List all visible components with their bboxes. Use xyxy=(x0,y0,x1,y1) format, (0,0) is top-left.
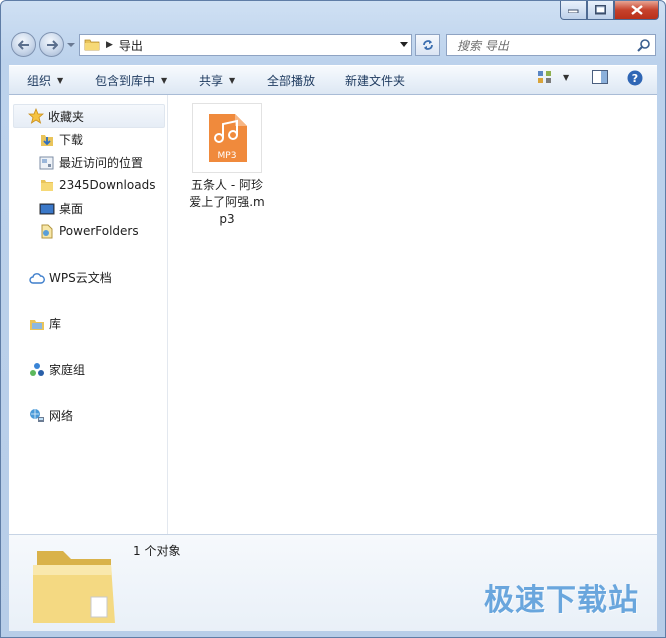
file-item[interactable]: MP3 五条人 - 阿珍爱上了阿强.mp3 xyxy=(188,103,268,228)
include-in-library-menu[interactable]: 包含到库中 ▼ xyxy=(95,72,167,89)
preview-pane-icon xyxy=(592,70,608,84)
network-icon xyxy=(29,408,45,424)
chevron-down-icon: ▼ xyxy=(229,76,236,85)
back-button[interactable] xyxy=(11,32,36,57)
download-folder-icon xyxy=(39,132,55,148)
recent-places-icon xyxy=(39,155,55,171)
navigation-pane: 收藏夹 下载 最近访问的位置 2345Downloads 桌面 PowerFol… xyxy=(9,95,168,534)
sidebar-item-2345downloads[interactable]: 2345Downloads xyxy=(39,177,155,193)
mp3-badge-label: MP3 xyxy=(218,151,237,161)
folder-icon xyxy=(39,177,55,193)
sidebar-item-label: 2345Downloads xyxy=(59,178,156,192)
organize-menu[interactable]: 组织 ▼ xyxy=(27,72,63,89)
sidebar-item-label: WPS云文档 xyxy=(49,271,112,285)
address-bar[interactable]: ▶ 导出 xyxy=(79,34,412,56)
chevron-down-icon: ▼ xyxy=(57,76,64,85)
content-area: 收藏夹 下载 最近访问的位置 2345Downloads 桌面 PowerFol… xyxy=(9,95,657,534)
sidebar-item-recent-places[interactable]: 最近访问的位置 xyxy=(39,154,143,171)
homegroup-icon xyxy=(29,362,45,378)
help-icon: ? xyxy=(627,70,643,86)
forward-button[interactable] xyxy=(39,32,64,57)
explorer-window: ▶ 导出 组织 ▼ 包含到库中 ▼ 共享 ▼ 全部播放 新建文件夹 ▼ xyxy=(0,0,666,638)
help-button[interactable]: ? xyxy=(627,70,643,86)
item-count: 1 个对象 xyxy=(133,544,181,558)
large-folder-icon xyxy=(29,541,119,630)
power-folder-icon xyxy=(39,223,55,239)
maximize-button[interactable] xyxy=(587,1,614,20)
breadcrumb-separator-icon[interactable]: ▶ xyxy=(106,40,113,50)
sidebar-item-label: 最近访问的位置 xyxy=(59,156,144,170)
mp3-file-icon: MP3 xyxy=(192,103,262,173)
file-list[interactable]: MP3 五条人 - 阿珍爱上了阿强.mp3 xyxy=(168,95,657,534)
sidebar-item-wps-cloud[interactable]: WPS云文档 xyxy=(29,269,112,286)
new-folder-button[interactable]: 新建文件夹 xyxy=(345,72,405,89)
desktop-icon xyxy=(39,201,55,217)
watermark-logo: 极速下载站 xyxy=(484,583,639,618)
file-name[interactable]: 五条人 - 阿珍爱上了阿强.mp3 xyxy=(188,177,266,228)
refresh-button[interactable] xyxy=(415,34,440,56)
navigation-bar: ▶ 导出 xyxy=(1,29,665,61)
breadcrumb-current[interactable]: 导出 xyxy=(119,37,143,54)
command-bar: 组织 ▼ 包含到库中 ▼ 共享 ▼ 全部播放 新建文件夹 ▼ ? xyxy=(9,65,657,95)
share-label: 共享 xyxy=(199,74,224,88)
sidebar-item-label: 家庭组 xyxy=(49,363,86,377)
search-icon[interactable] xyxy=(637,38,651,52)
view-grid-icon xyxy=(538,71,551,83)
sidebar-item-desktop[interactable]: 桌面 xyxy=(39,200,83,217)
back-arrow-icon xyxy=(17,39,29,50)
star-icon xyxy=(28,108,44,124)
refresh-icon xyxy=(422,40,433,50)
share-menu[interactable]: 共享 ▼ xyxy=(199,72,235,89)
search-box[interactable] xyxy=(446,34,656,56)
sidebar-item-homegroup[interactable]: 家庭组 xyxy=(29,361,85,378)
folder-icon xyxy=(84,37,100,54)
close-button[interactable] xyxy=(614,1,659,20)
minimize-icon xyxy=(568,9,579,13)
preview-pane-button[interactable] xyxy=(592,70,608,84)
forward-arrow-icon xyxy=(46,39,58,50)
chevron-down-icon: ▼ xyxy=(161,76,168,85)
sidebar-item-favorites[interactable]: 收藏夹 xyxy=(13,104,165,128)
sidebar-item-downloads[interactable]: 下载 xyxy=(39,131,83,148)
sidebar-item-label: 库 xyxy=(49,317,62,331)
cloud-icon xyxy=(29,270,45,286)
sidebar-item-label: 桌面 xyxy=(59,202,84,216)
sidebar-item-label: 网络 xyxy=(49,409,74,423)
sidebar-item-libraries[interactable]: 库 xyxy=(29,315,61,332)
maximize-icon xyxy=(595,5,606,15)
caption-buttons xyxy=(560,1,659,20)
details-pane: 1 个对象 极速下载站 xyxy=(9,534,657,631)
recent-pages-dropdown-icon[interactable] xyxy=(67,41,75,49)
sidebar-item-network[interactable]: 网络 xyxy=(29,407,73,424)
organize-label: 组织 xyxy=(27,74,52,88)
close-icon xyxy=(630,5,643,15)
change-view-button[interactable]: ▼ xyxy=(537,70,569,84)
sidebar-item-label: 收藏夹 xyxy=(48,109,85,124)
library-icon xyxy=(29,316,45,332)
sidebar-item-label: PowerFolders xyxy=(59,224,139,238)
include-in-library-label: 包含到库中 xyxy=(95,74,156,88)
new-folder-label: 新建文件夹 xyxy=(345,74,406,88)
address-dropdown-icon[interactable] xyxy=(400,42,408,48)
play-all-button[interactable]: 全部播放 xyxy=(267,72,315,89)
play-all-label: 全部播放 xyxy=(267,74,316,88)
chevron-down-icon[interactable]: ▼ xyxy=(563,73,569,82)
sidebar-item-label: 下载 xyxy=(59,133,84,147)
sidebar-item-powerfolders[interactable]: PowerFolders xyxy=(39,223,139,239)
svg-text:?: ? xyxy=(632,72,638,85)
minimize-button[interactable] xyxy=(560,1,587,20)
search-input[interactable] xyxy=(455,36,629,56)
